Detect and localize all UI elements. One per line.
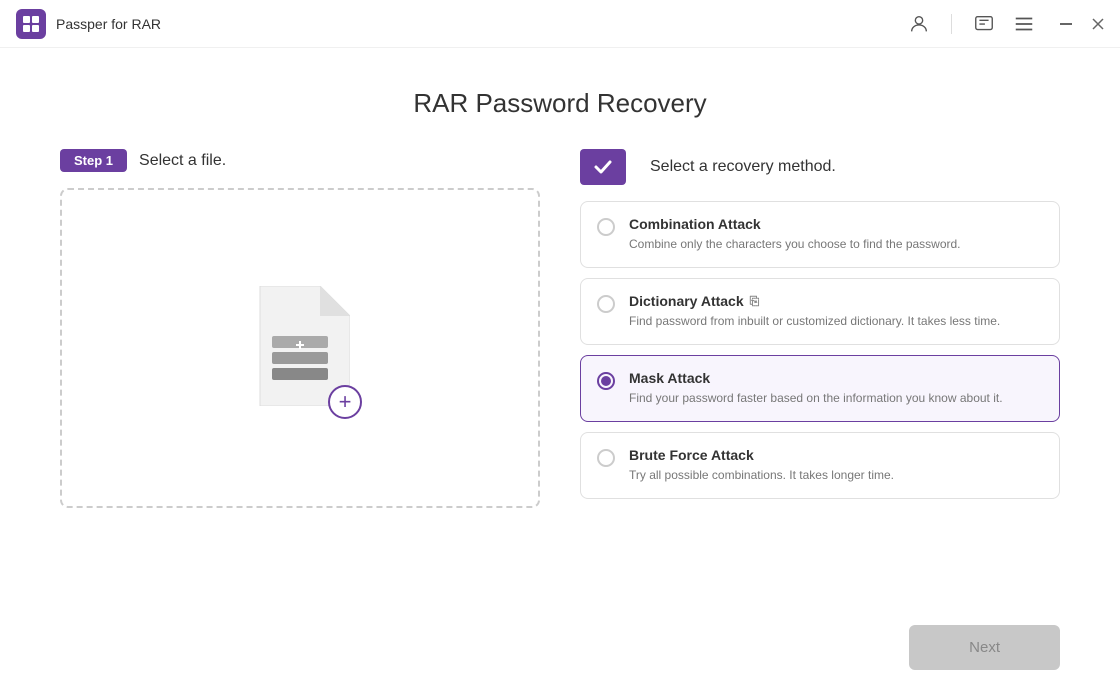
file-icon-container: + — [250, 286, 350, 411]
option-brute-desc: Try all possible combinations. It takes … — [629, 466, 894, 484]
title-bar: Passper for RAR — [0, 0, 1120, 48]
radio-brute — [597, 449, 615, 467]
option-brute-title: Brute Force Attack — [629, 447, 894, 463]
option-mask[interactable]: Mask Attack Find your password faster ba… — [580, 355, 1060, 422]
option-dictionary[interactable]: Dictionary Attack ⎘ Find password from i… — [580, 278, 1060, 345]
window-controls — [1060, 18, 1104, 30]
option-mask-desc: Find your password faster based on the i… — [629, 389, 1003, 407]
step1-header: Step 1 Select a file. — [60, 149, 540, 172]
page-title: RAR Password Recovery — [60, 88, 1060, 119]
title-bar-left: Passper for RAR — [16, 9, 161, 39]
close-button[interactable] — [1092, 18, 1104, 30]
option-dictionary-desc: Find password from inbuilt or customized… — [629, 312, 1000, 330]
radio-dictionary — [597, 295, 615, 313]
radio-mask — [597, 372, 615, 390]
step1-label: Select a file. — [139, 152, 226, 170]
add-file-button[interactable]: + — [328, 385, 362, 419]
step2-label: Select a recovery method. — [650, 158, 836, 176]
option-combination-desc: Combine only the characters you choose t… — [629, 235, 961, 253]
radio-mask-inner — [601, 376, 611, 386]
left-panel: Step 1 Select a file. — [60, 149, 540, 609]
recovery-options: Combination Attack Combine only the char… — [580, 201, 1060, 499]
right-panel: Select a recovery method. Combination At… — [580, 149, 1060, 609]
option-mask-title: Mask Attack — [629, 370, 1003, 386]
option-combination[interactable]: Combination Attack Combine only the char… — [580, 201, 1060, 268]
user-icon[interactable] — [907, 12, 931, 36]
minimize-button[interactable] — [1060, 23, 1072, 25]
two-column-layout: Step 1 Select a file. — [60, 149, 1060, 609]
app-icon — [16, 9, 46, 39]
step2-header: Select a recovery method. — [580, 149, 1060, 185]
divider — [951, 14, 952, 34]
footer: Next — [0, 609, 1120, 690]
chat-icon[interactable] — [972, 12, 996, 36]
radio-combination — [597, 218, 615, 236]
dictionary-copy-icon: ⎘ — [750, 294, 760, 309]
option-dictionary-title: Dictionary Attack ⎘ — [629, 293, 1000, 309]
main-content: RAR Password Recovery Step 1 Select a fi… — [0, 48, 1120, 609]
check-badge — [580, 149, 626, 185]
menu-icon[interactable] — [1012, 12, 1036, 36]
title-bar-controls — [907, 12, 1104, 36]
option-combination-title: Combination Attack — [629, 216, 961, 232]
option-brute[interactable]: Brute Force Attack Try all possible comb… — [580, 432, 1060, 499]
next-button[interactable]: Next — [909, 625, 1060, 670]
app-title: Passper for RAR — [56, 16, 161, 32]
step1-badge: Step 1 — [60, 149, 127, 172]
file-drop-zone[interactable]: + — [60, 188, 540, 508]
